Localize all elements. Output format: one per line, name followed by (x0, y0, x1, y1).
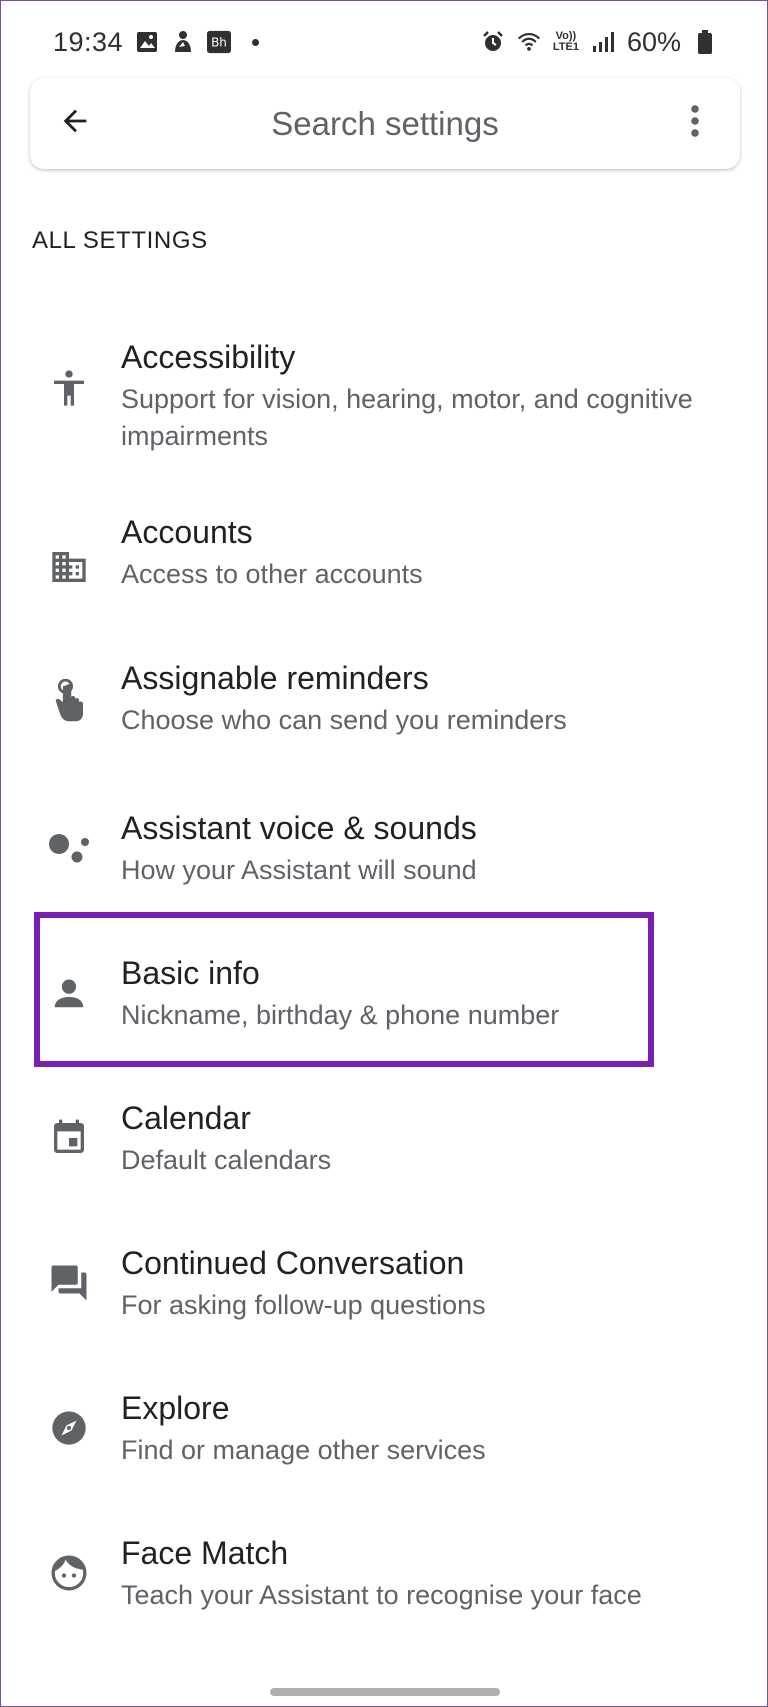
face-icon (43, 1547, 95, 1599)
setting-item-assistant-voice[interactable]: Assistant voice & sounds How your Assist… (1, 806, 767, 916)
setting-item-assignable-reminders[interactable]: Assignable reminders Choose who can send… (1, 660, 767, 771)
setting-subtitle: Choose who can send you reminders (121, 705, 567, 735)
accessibility-icon (43, 363, 95, 415)
setting-title: Explore (121, 1390, 230, 1426)
setting-title: Assistant voice & sounds (121, 810, 477, 846)
setting-title: Basic info (121, 955, 260, 991)
signal-icon (591, 30, 615, 54)
search-bar[interactable]: Search settings (30, 78, 740, 169)
more-vert-icon (690, 104, 700, 143)
setting-title: Accessibility (121, 339, 296, 375)
svg-text:Bh: Bh (211, 36, 227, 50)
bh-icon: Bh (207, 30, 232, 54)
setting-subtitle: Default calendars (121, 1145, 332, 1175)
wifi-icon (517, 30, 541, 54)
setting-item-face-match[interactable]: Face Match Teach your Assistant to recog… (1, 1531, 767, 1641)
battery-icon (693, 30, 717, 54)
setting-subtitle: Find or manage other services (121, 1435, 486, 1465)
building-icon (43, 541, 95, 593)
setting-item-explore[interactable]: Explore Find or manage other services (1, 1386, 767, 1496)
compass-icon (43, 1402, 95, 1454)
gallery-icon (135, 30, 159, 54)
setting-title: Accounts (121, 514, 253, 550)
dot-icon (243, 30, 267, 54)
search-input[interactable]: Search settings (120, 105, 650, 143)
calendar-icon (43, 1112, 95, 1164)
chat-bubbles-icon (43, 1257, 95, 1309)
arrow-back-icon (58, 104, 92, 143)
status-left: 19:34 Bh (53, 27, 267, 58)
setting-item-continued-conversation[interactable]: Continued Conversation For asking follow… (1, 1241, 767, 1351)
alarm-icon (481, 30, 505, 54)
status-time: 19:34 (53, 26, 124, 57)
person-icon (43, 967, 95, 1019)
setting-item-basic-info[interactable]: Basic info Nickname, birthday & phone nu… (1, 951, 767, 1061)
setting-subtitle: For asking follow-up questions (121, 1290, 486, 1320)
setting-subtitle: Support for vision, hearing, motor, and … (121, 384, 693, 451)
setting-title: Continued Conversation (121, 1245, 465, 1281)
network-type: Vo)) LTE1 (553, 31, 579, 53)
setting-title: Calendar (121, 1100, 251, 1136)
assistant-dots-icon (43, 822, 95, 874)
gesture-nav-handle[interactable] (270, 1688, 500, 1696)
setting-subtitle: Access to other accounts (121, 559, 423, 589)
network-label-bottom: LTE1 (552, 41, 579, 53)
battery-percent: 60% (626, 26, 681, 57)
setting-item-accounts[interactable]: Accounts Access to other accounts (1, 514, 767, 626)
setting-item-calendar[interactable]: Calendar Default calendars (1, 1096, 767, 1206)
setting-title: Assignable reminders (121, 660, 429, 696)
app-icon (171, 30, 195, 54)
setting-item-accessibility[interactable]: Accessibility Support for vision, hearin… (1, 321, 767, 461)
setting-subtitle: Nickname, birthday & phone number (121, 1000, 560, 1030)
setting-subtitle: How your Assistant will sound (121, 855, 477, 885)
back-button[interactable] (30, 78, 120, 169)
setting-subtitle: Teach your Assistant to recognise your f… (121, 1580, 642, 1610)
setting-title: Face Match (121, 1535, 289, 1571)
section-header: ALL SETTINGS (32, 227, 208, 254)
touch-hand-icon (43, 676, 95, 728)
more-options-button[interactable] (650, 78, 740, 169)
status-bar: 19:34 Bh Vo)) LTE1 60% (1, 1, 767, 83)
status-right: Vo)) LTE1 60% (481, 27, 717, 58)
